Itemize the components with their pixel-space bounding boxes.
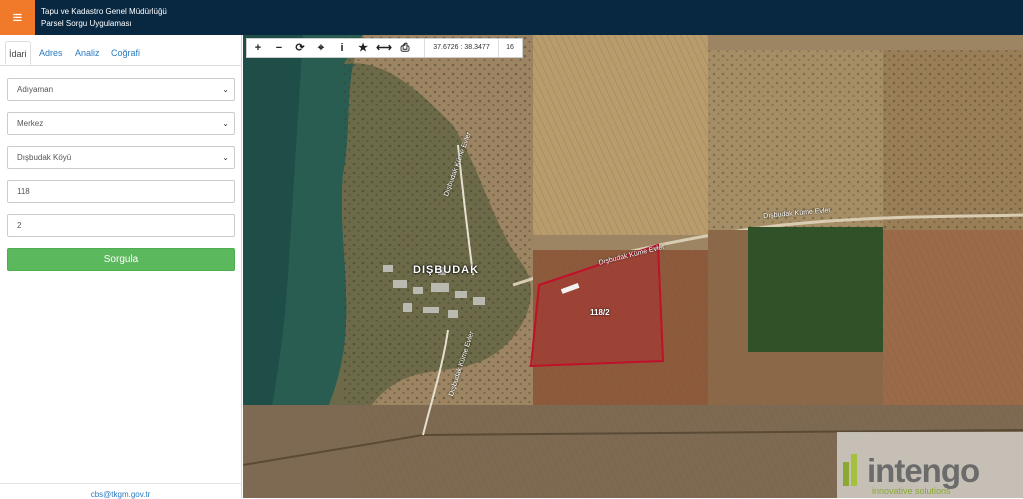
zoom-in-icon[interactable]: + [248, 39, 268, 57]
logo-text: intengo [867, 452, 980, 489]
district-value: Merkez [17, 119, 44, 128]
tab-idari[interactable]: İdari [5, 41, 31, 65]
zoom-out-icon[interactable]: − [269, 39, 289, 57]
app-title: Tapu ve Kadastro Genel Müdürlüğü Parsel … [41, 6, 167, 30]
province-select[interactable]: Adıyaman ⌄ [7, 78, 235, 101]
menu-button[interactable]: ≡ [0, 0, 35, 35]
map-toolbar: + − ⟳ ⌖ i ★ ⟷ ⎙ 37.6726 : 38.3477 16 [246, 38, 523, 58]
parcel-label: 118/2 [590, 308, 610, 317]
locate-icon[interactable]: ⌖ [311, 39, 331, 57]
measure-icon[interactable]: ⟷ [374, 39, 394, 57]
top-bar: ≡ Tapu ve Kadastro Genel Müdürlüğü Parse… [0, 0, 1023, 35]
map-view[interactable]: DIŞBUDAK Dışbudak Küme Evler Dışbudak Kü… [243, 35, 1023, 498]
tab-adres[interactable]: Adres [39, 41, 63, 65]
parcel-no-value: 2 [17, 221, 22, 230]
app-title-line2: Parsel Sorgu Uygulaması [41, 19, 132, 28]
satellite-map [243, 35, 1023, 498]
refresh-icon[interactable]: ⟳ [290, 39, 310, 57]
logo-mark-icon [843, 454, 857, 486]
zoom-level: 16 [506, 44, 514, 51]
star-icon[interactable]: ★ [353, 39, 373, 57]
chevron-down-icon: ⌄ [222, 85, 229, 94]
app-title-line1: Tapu ve Kadastro Genel Müdürlüğü [41, 7, 167, 16]
print-icon[interactable]: ⎙ [395, 39, 415, 57]
hamburger-icon: ≡ [12, 8, 23, 27]
tab-analiz[interactable]: Analiz [75, 41, 100, 65]
query-button[interactable]: Sorgula [7, 248, 235, 271]
coordinate-readout: 37.6726 : 38.3477 [424, 39, 499, 57]
village-label: DIŞBUDAK [413, 264, 480, 276]
intengo-logo: intengo innovative solutions [837, 432, 1023, 498]
info-icon[interactable]: i [332, 39, 352, 57]
footer-divider [0, 483, 241, 484]
chevron-down-icon: ⌄ [222, 153, 229, 162]
chevron-down-icon: ⌄ [222, 119, 229, 128]
neighborhood-value: Dışbudak Köyü [17, 153, 72, 162]
logo-subtitle: innovative solutions [872, 486, 951, 496]
neighborhood-select[interactable]: Dışbudak Köyü ⌄ [7, 146, 235, 169]
tab-cografi[interactable]: Coğrafi [111, 41, 140, 65]
tab-bar: İdari Adres Analiz Coğrafi [0, 38, 241, 66]
sidebar: İdari Adres Analiz Coğrafi Adıyaman ⌄ Me… [0, 35, 242, 499]
district-select[interactable]: Merkez ⌄ [7, 112, 235, 135]
block-no-value: 118 [17, 187, 30, 196]
block-no-input[interactable]: 118 [7, 180, 235, 203]
parcel-no-input[interactable]: 2 [7, 214, 235, 237]
province-value: Adıyaman [17, 85, 54, 94]
